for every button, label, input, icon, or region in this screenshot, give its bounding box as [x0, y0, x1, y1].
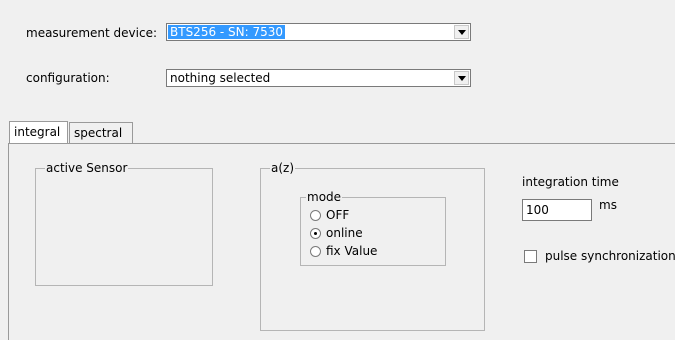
integration-time-input[interactable]: 100	[522, 199, 592, 221]
chevron-down-icon[interactable]	[454, 71, 469, 85]
mode-option-off[interactable]: OFF	[310, 207, 349, 223]
active-sensor-group	[35, 168, 213, 286]
chevron-down-icon[interactable]	[454, 25, 469, 39]
measurement-device-dropdown[interactable]: BTS256 - SN: 7530	[166, 23, 471, 41]
tab-spectral[interactable]: spectral	[69, 122, 133, 143]
tab-integral[interactable]: integral	[9, 121, 68, 143]
pulse-synchronization-label: pulse synchronization	[545, 249, 675, 263]
mode-option-online[interactable]: online	[310, 225, 363, 241]
mode-title: mode	[306, 190, 343, 204]
measurement-device-value: BTS256 - SN: 7530	[168, 25, 286, 39]
integration-time-unit: ms	[599, 198, 617, 212]
mode-option-fix-value[interactable]: fix Value	[310, 243, 377, 259]
configuration-value: nothing selected	[170, 71, 271, 85]
mode-option-label: fix Value	[326, 244, 378, 258]
configuration-label: configuration:	[26, 71, 110, 85]
az-title: a(z)	[270, 161, 296, 175]
mode-option-label: online	[326, 226, 363, 240]
radio-button[interactable]	[310, 245, 321, 257]
radio-button[interactable]	[310, 209, 321, 221]
radio-button-checked[interactable]	[310, 227, 321, 239]
active-sensor-title: active Sensor	[45, 161, 129, 175]
integration-time-label: integration time	[522, 175, 619, 189]
top-panel	[0, 0, 675, 104]
measurement-device-label: measurement device:	[26, 26, 157, 40]
pulse-synchronization-checkbox[interactable]	[524, 250, 537, 263]
mode-option-label: OFF	[326, 208, 350, 222]
configuration-dropdown[interactable]: nothing selected	[166, 69, 471, 87]
